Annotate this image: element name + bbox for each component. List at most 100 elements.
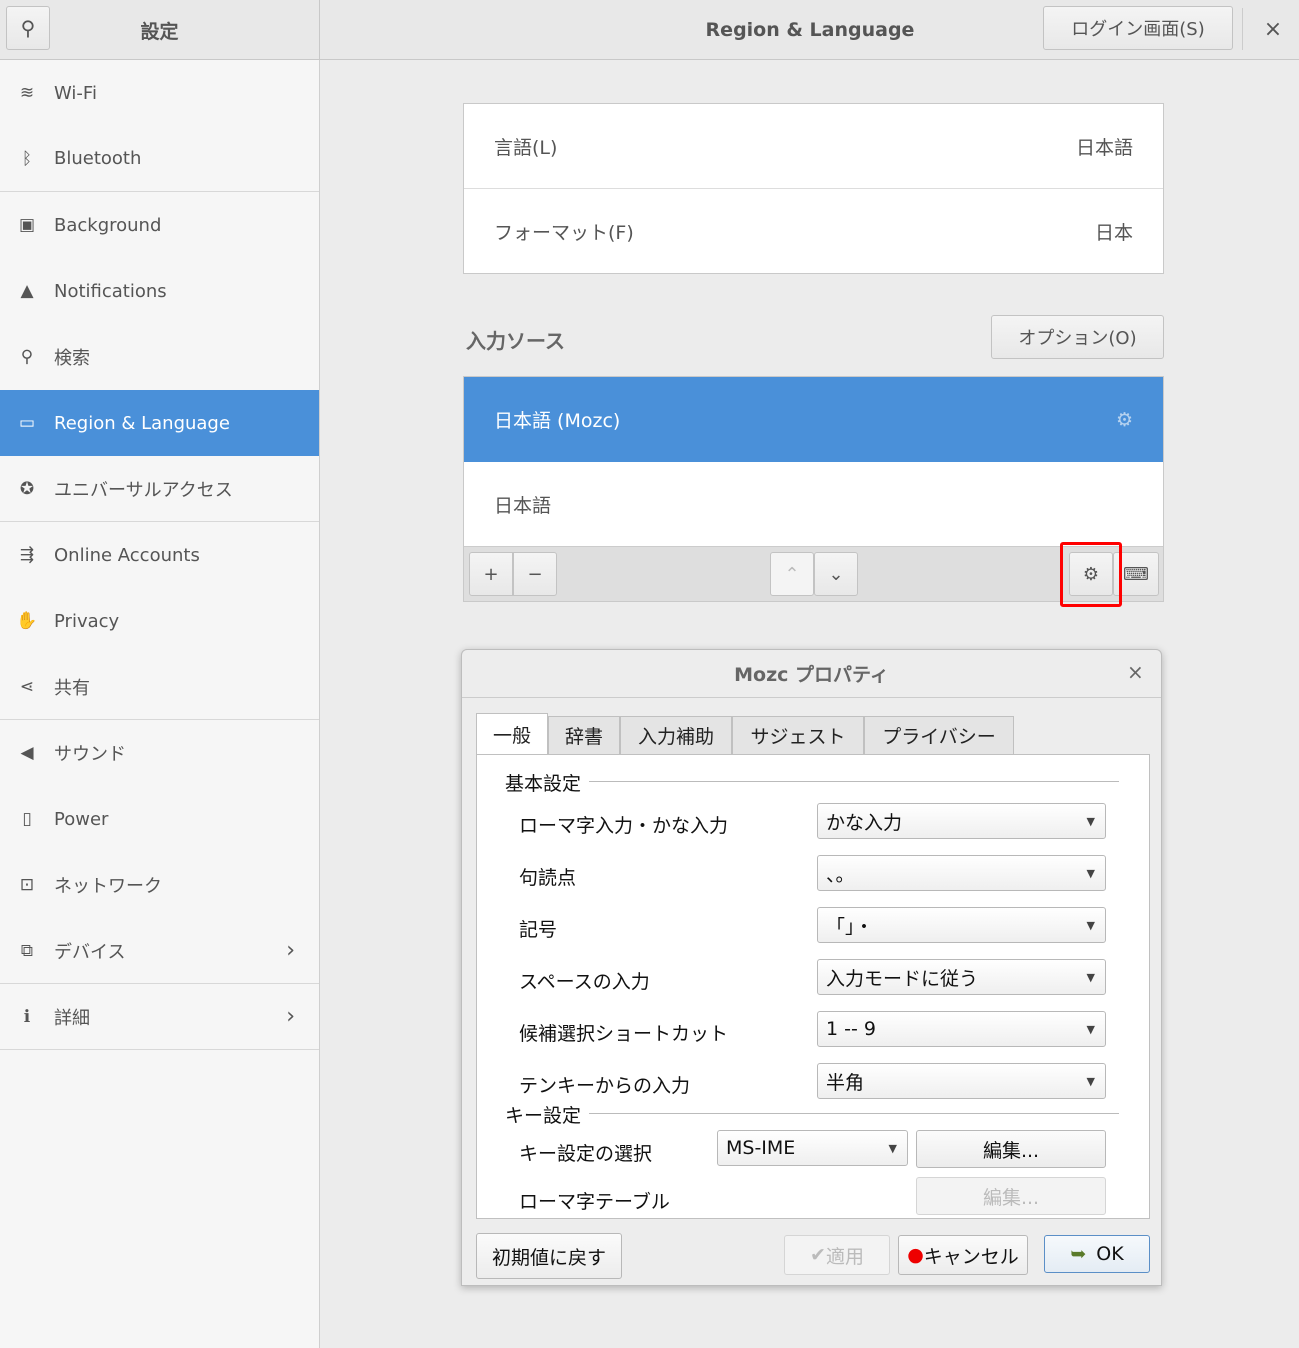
source-label: 日本語 [494,494,552,517]
online-accounts-icon: ⇶ [19,545,35,565]
input-sources-title: 入力ソース [466,329,565,353]
dropdown-arrow-icon: ▼ [1086,918,1095,932]
sidebar-item[interactable]: ⋖ 共有 [0,654,319,720]
keymap-select[interactable]: MS-IME ▼ [717,1130,908,1166]
sidebar: ≋ Wi-Fi ᛒ Bluetooth ▣ Background ▲ Notification… [0,60,320,1348]
mozc-properties-dialog: Mozc プロパティ × 一般 辞書 入力補助 サジェスト プライバシー 基本設… [461,649,1162,1286]
sidebar-item[interactable]: ⚲ 検索 [0,324,319,390]
language-row[interactable]: 言語(L) 日本語 [464,104,1163,189]
tab-input-assist[interactable]: 入力補助 [620,716,732,754]
setting-value: 、。 [826,863,855,886]
sidebar-item[interactable]: ▣ Background [0,192,319,258]
setting-select[interactable]: 、。 ▼ [817,855,1106,891]
login-screen-button[interactable]: ログイン画面(S) [1043,6,1233,50]
sidebar-item-label: 検索 [54,348,90,369]
wifi-icon: ≋ [19,83,35,103]
setting-value: 1 -- 9 [826,1018,876,1040]
sidebar-item[interactable]: ℹ 詳細 › [0,984,319,1050]
sidebar-item[interactable]: ≋ Wi-Fi [0,60,319,126]
bluetooth-icon: ᛒ [21,148,33,169]
sidebar-item[interactable]: ▲ Notifications [0,258,319,324]
tab-privacy[interactable]: プライバシー [864,716,1014,754]
dialog-close-button[interactable]: × [1127,660,1144,684]
sidebar-item[interactable]: ᛒ Bluetooth [0,126,319,192]
setting-label: テンキーからの入力 [519,1075,691,1097]
input-sources-list: 日本語 (Mozc) ⚙ 日本語 + − ⌃ ⌄ ⚙ ⌨ [463,376,1164,602]
reset-defaults-button[interactable]: 初期値に戻す [476,1233,622,1279]
dropdown-arrow-icon: ▼ [1086,1022,1095,1036]
romaji-edit-button[interactable]: 編集... [916,1177,1106,1215]
setting-value: 「」・ [826,915,874,938]
setting-select[interactable]: かな入力 ▼ [817,803,1106,839]
input-source-japanese[interactable]: 日本語 [464,462,1163,547]
setting-label: スペースの入力 [519,971,650,993]
ok-label: OK [1096,1243,1124,1265]
basic-section-title: 基本設定 [505,769,590,796]
sidebar-item[interactable]: ▭ Region & Language [0,390,319,456]
sidebar-item[interactable]: ⧉ デバイス › [0,918,319,984]
network-icon: ⊡ [19,875,35,895]
source-label: 日本語 (Mozc) [494,410,621,432]
sidebar-item[interactable]: ⇶ Online Accounts [0,522,319,588]
sidebar-item-label: Background [54,214,162,236]
language-panel: 言語(L) 日本語 フォーマット(F) 日本 [463,103,1164,274]
accessibility-icon: ✪ [19,478,35,499]
sidebar-item-label: Wi-Fi [54,82,97,104]
key-section-title: キー設定 [505,1101,590,1128]
sidebar-title: 設定 [0,0,320,60]
dropdown-arrow-icon: ▼ [888,1141,897,1155]
setting-label: 記号 [519,919,558,941]
keymap-edit-button[interactable]: 編集... [916,1130,1106,1168]
sidebar-item-label: デバイス [54,941,126,963]
cancel-button[interactable]: ● キャンセル [898,1235,1028,1275]
format-value: 日本 [1094,222,1133,244]
tab-general[interactable]: 一般 [476,713,548,755]
region-icon: ▭ [18,413,36,433]
sidebar-item[interactable]: ✪ ユニバーサルアクセス [0,456,319,522]
setting-value: かな入力 [826,811,903,834]
move-up-button[interactable]: ⌃ [770,552,814,596]
sidebar-item-label: 詳細 [54,1007,90,1029]
apply-button[interactable]: ✔ 適用 [784,1235,890,1275]
sidebar-item-label: ネットワーク [54,876,162,897]
sidebar-item[interactable]: ▯ Power [0,786,319,852]
remove-source-button[interactable]: − [513,552,557,596]
format-row[interactable]: フォーマット(F) 日本 [464,189,1163,274]
chevron-right-icon: › [286,938,295,963]
keymap-value: MS-IME [726,1137,796,1159]
highlight-box [1060,542,1122,607]
chevron-right-icon: › [286,1004,295,1029]
setting-select[interactable]: 入力モードに従う ▼ [817,959,1106,995]
cancel-label: キャンセル [923,1245,1019,1268]
tab-dictionary[interactable]: 辞書 [548,716,620,754]
sidebar-item[interactable]: ◀ サウンド [0,720,319,786]
power-icon: ▯ [22,809,32,829]
close-button[interactable]: × [1256,12,1290,46]
move-down-button[interactable]: ⌄ [814,552,858,596]
settings-icon[interactable]: ⚙ [1116,409,1133,431]
add-source-button[interactable]: + [469,552,513,596]
apply-label: 適用 [825,1245,864,1268]
tab-content: 基本設定 ローマ字入力・かな入力 かな入力 ▼ 句読点 、。 ▼ 記号 「」・ ▼ スペースの入力… [476,754,1150,1219]
keymap-label: キー設定の選択 [519,1143,653,1165]
input-source-mozc[interactable]: 日本語 (Mozc) ⚙ [464,377,1163,462]
setting-select[interactable]: 「」・ ▼ [817,907,1106,943]
setting-label: 候補選択ショートカット [519,1023,729,1045]
dropdown-arrow-icon: ▼ [1086,970,1095,984]
options-button[interactable]: オプション(O) [991,315,1164,359]
dropdown-arrow-icon: ▼ [1086,814,1095,828]
check-icon: ✔ [810,1244,826,1266]
setting-select[interactable]: 半角 ▼ [817,1063,1106,1099]
tab-suggest[interactable]: サジェスト [732,716,864,754]
sidebar-item[interactable]: ✋ Privacy [0,588,319,654]
search-icon: ⚲ [20,347,34,367]
sidebar-item-label: 共有 [54,677,90,699]
sidebar-item-label: Privacy [54,610,120,632]
ok-button[interactable]: ➥ OK [1044,1235,1150,1273]
format-label: フォーマット(F) [494,222,634,244]
setting-label: 句読点 [519,867,577,889]
language-label: 言語(L) [494,136,558,159]
sidebar-item[interactable]: ⊡ ネットワーク [0,852,319,918]
language-value: 日本語 [1075,136,1133,159]
setting-select[interactable]: 1 -- 9 ▼ [817,1011,1106,1047]
